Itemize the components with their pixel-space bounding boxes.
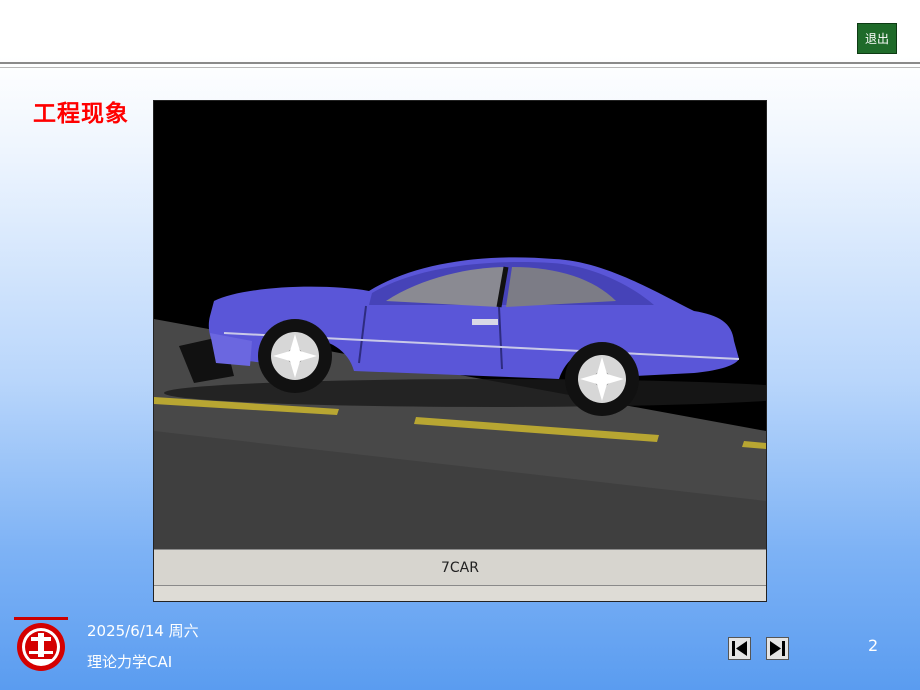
exit-button[interactable]: 退出	[857, 23, 897, 54]
page-number: 2	[868, 636, 879, 655]
header-divider	[0, 62, 920, 64]
car-animation-frame	[154, 101, 766, 549]
skip-to-start-icon	[732, 641, 747, 656]
slide-title: 工程现象	[33, 101, 129, 127]
video-bottom-strip	[154, 586, 766, 601]
next-slide-icon	[770, 641, 785, 656]
header-divider-thin	[0, 67, 920, 68]
video-caption: 7CAR	[154, 549, 766, 586]
next-slide-button[interactable]	[766, 637, 789, 660]
first-slide-button[interactable]	[728, 637, 751, 660]
footer-date: 2025/6/14 周六	[87, 622, 199, 640]
university-emblem-icon	[14, 617, 68, 673]
footer-course-name: 理论力学CAI	[87, 653, 173, 671]
video-player[interactable]: 7CAR	[153, 100, 767, 602]
